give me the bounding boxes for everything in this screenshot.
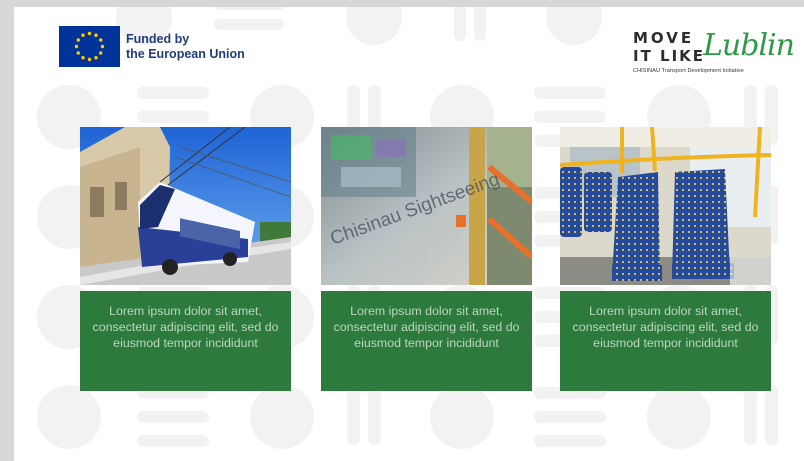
slide: Funded by the European Union MOVE IT LIK… — [14, 7, 804, 461]
card-3-caption: Lorem ipsum dolor sit amet, consectetur … — [560, 291, 771, 391]
eu-star-icon — [87, 57, 92, 62]
eu-star-icon — [76, 51, 80, 55]
eu-star-icon — [81, 56, 85, 60]
eu-star-icon — [76, 38, 80, 42]
eu-star-icon — [94, 56, 98, 60]
eu-star-icon — [81, 33, 85, 37]
eu-star-icon — [99, 38, 103, 42]
eu-line-1: Funded by — [126, 31, 190, 46]
logo-script-text: Lublin — [703, 28, 795, 63]
eu-star-icon — [74, 44, 79, 49]
eu-line-2: the European Union — [126, 46, 245, 61]
logo-line-1: MOVE — [633, 29, 695, 47]
eu-funding-text: Funded by the European Union — [126, 32, 245, 62]
bus-seats-photo — [560, 127, 771, 285]
eu-star-icon — [94, 33, 98, 37]
sightseeing-window-photo: Chisinau Sightseeing — [321, 127, 532, 285]
card-2: Chisinau Sightseeing Lorem ipsum dolor s… — [321, 127, 532, 391]
card-1-caption: Lorem ipsum dolor sit amet, consectetur … — [80, 291, 291, 391]
eu-star-icon — [100, 44, 105, 49]
eu-star-icon — [87, 31, 92, 36]
card-1: Lorem ipsum dolor sit amet, consectetur … — [80, 127, 291, 391]
move-it-like-lublin-logo: MOVE IT LIKE Lublin CHISINAU Transport D… — [633, 27, 795, 75]
eu-star-icon — [99, 51, 103, 55]
eu-flag-icon — [59, 26, 120, 67]
trolleybus-photo — [80, 127, 291, 285]
logo-line-2: IT LIKE — [633, 47, 706, 65]
eu-funding-block: Funded by the European Union — [59, 26, 245, 67]
card-3: Lorem ipsum dolor sit amet, consectetur … — [560, 127, 771, 391]
card-2-caption: Lorem ipsum dolor sit amet, consectetur … — [321, 291, 532, 391]
